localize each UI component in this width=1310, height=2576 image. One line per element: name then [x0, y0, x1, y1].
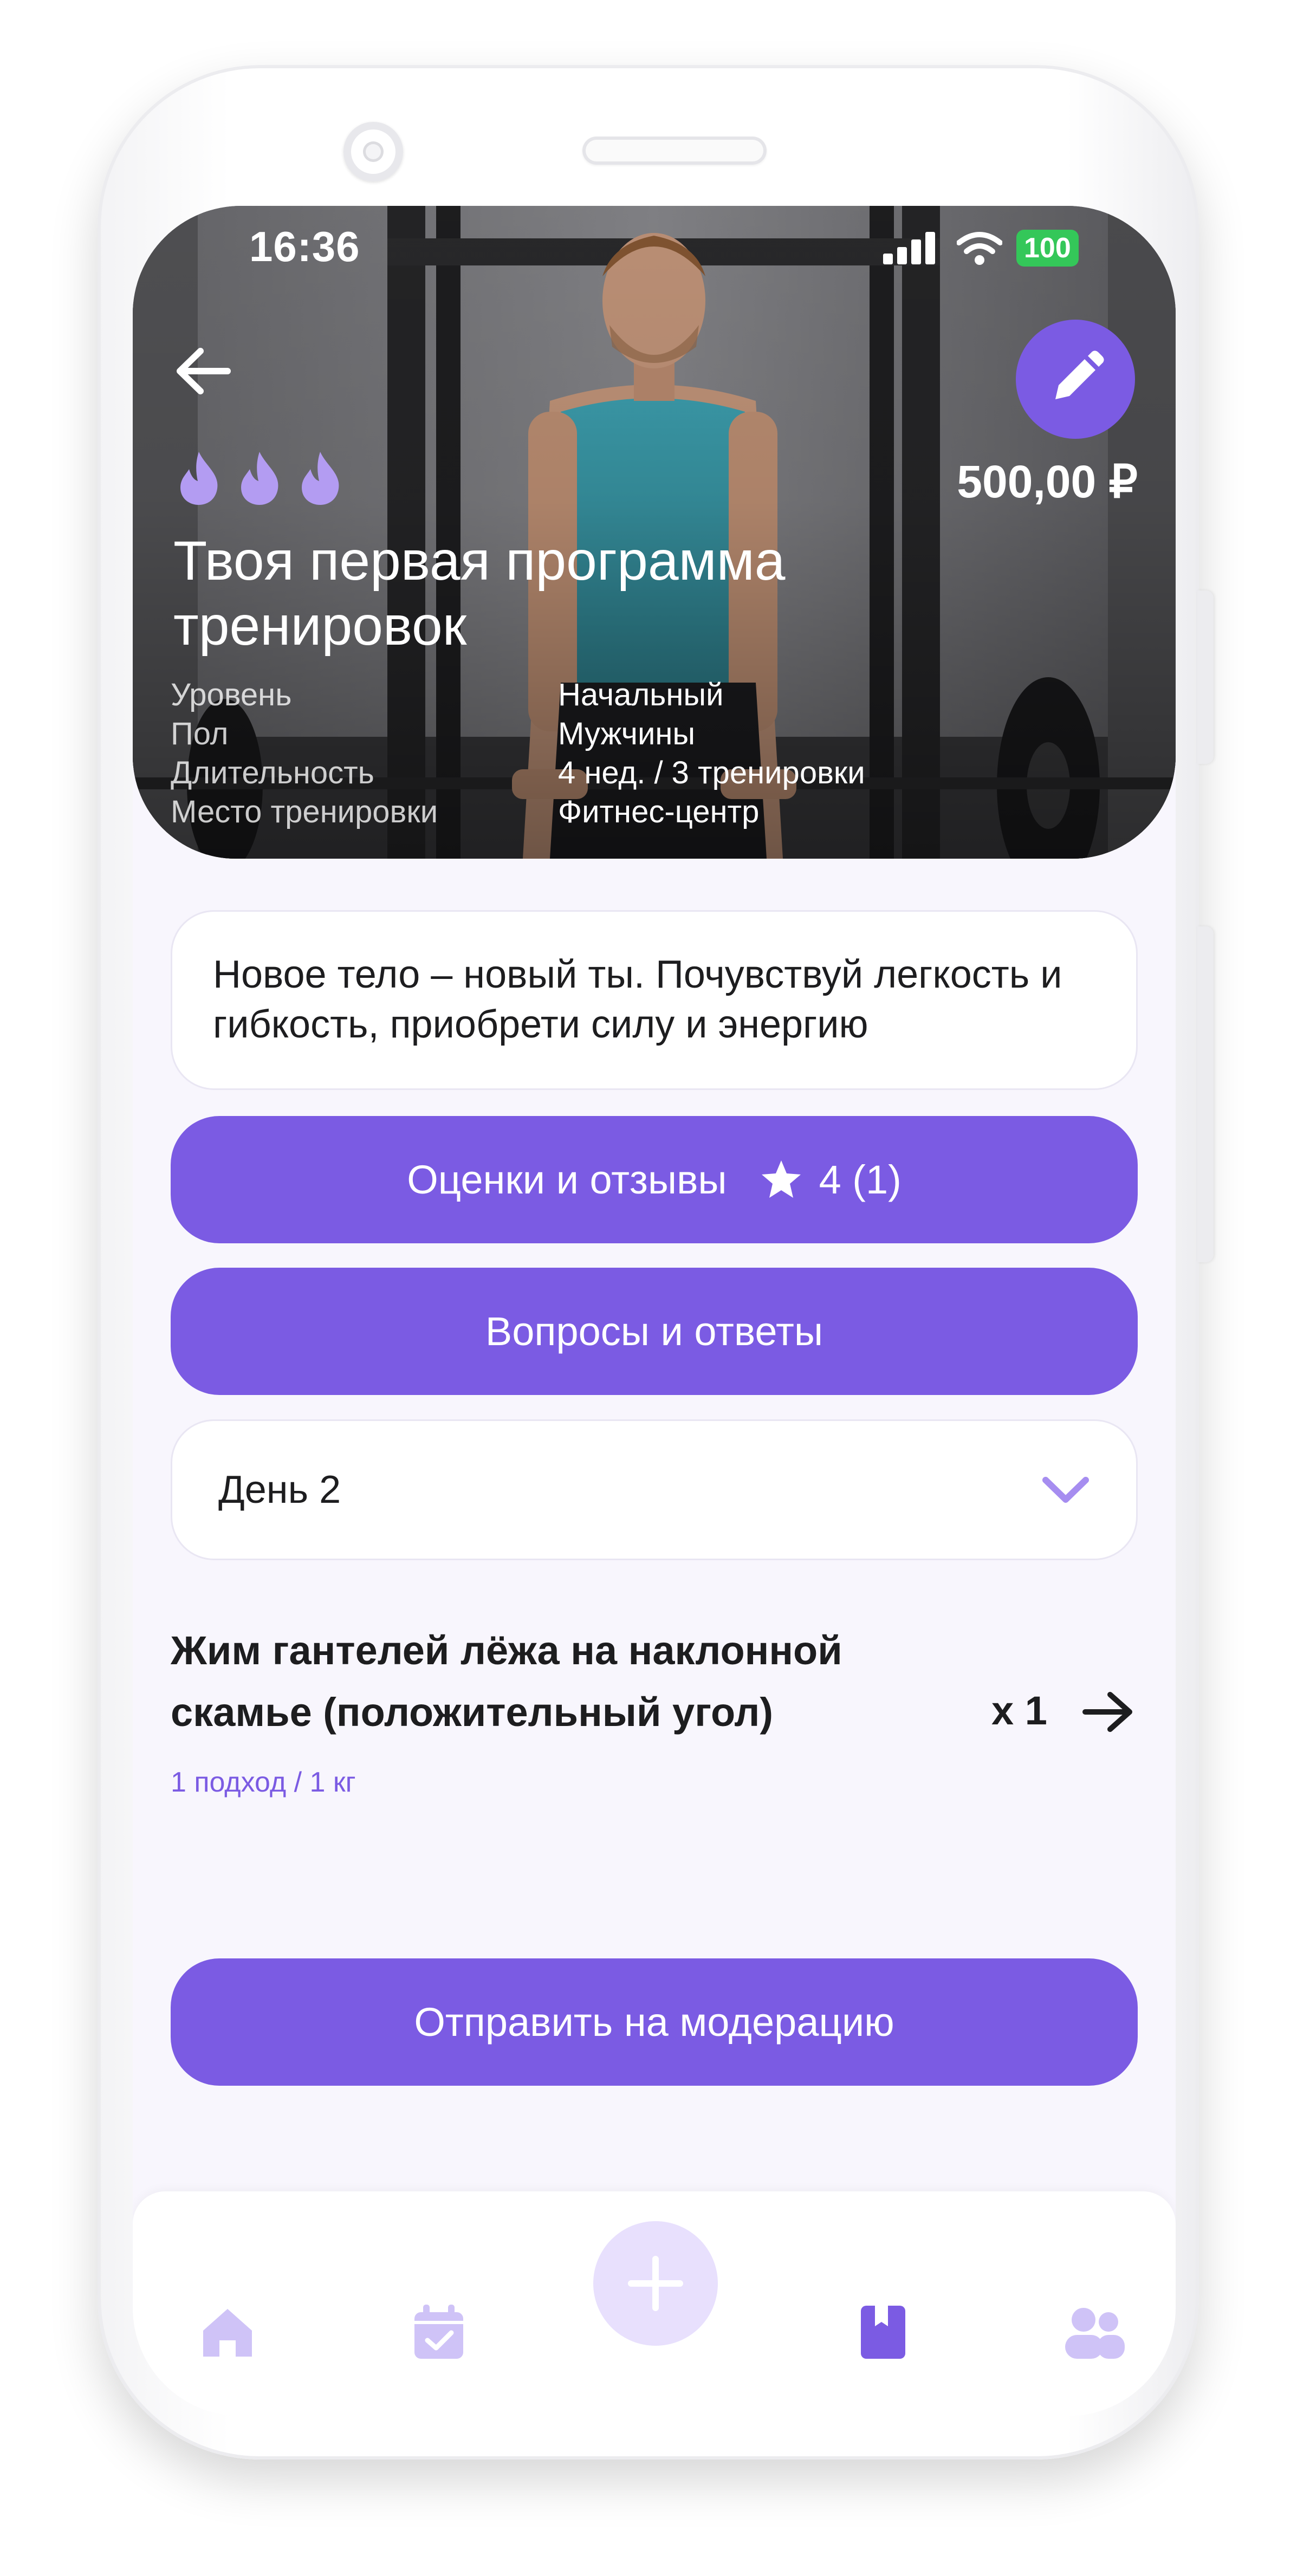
home-icon: [203, 2309, 252, 2357]
spec-value: Мужчины: [558, 716, 696, 751]
arrow-right-icon: [1082, 1692, 1132, 1732]
chevron-down-icon: [1042, 1477, 1089, 1503]
phone-speaker: [582, 137, 767, 165]
users-icon: [1065, 2308, 1125, 2359]
submit-moderation-button[interactable]: Отправить на модерацию: [171, 1958, 1138, 2086]
star-icon: [761, 1160, 801, 1198]
qa-button-label: Вопросы и ответы: [485, 1309, 823, 1354]
phone-side-button: [1197, 591, 1214, 764]
rating-value: 4 (1): [819, 1157, 902, 1202]
spec-label: Место тренировки: [171, 794, 438, 829]
flame-icon: [241, 452, 278, 505]
difficulty-indicator: [176, 450, 343, 506]
program-price: 500,00 ₽: [957, 456, 1138, 507]
flame-icon: [302, 452, 339, 505]
spec-value: Фитнес-центр: [558, 794, 760, 829]
wifi-icon: [957, 232, 1002, 265]
arrow-left-icon: [177, 348, 231, 394]
spec-label: Пол: [171, 716, 229, 751]
spec-value: 4 нед. / 3 тренировки: [558, 755, 865, 790]
nav-programs[interactable]: [845, 2294, 921, 2370]
nav-home[interactable]: [190, 2294, 265, 2370]
program-specs: Уровень Начальный Пол Мужчины Длительнос…: [171, 677, 991, 830]
day-select[interactable]: День 2: [171, 1419, 1138, 1560]
flame-icon: [180, 452, 218, 505]
pencil-icon: [1055, 351, 1104, 399]
plus-icon: [628, 2256, 683, 2311]
status-time: 16:36: [249, 223, 360, 270]
nav-add-button[interactable]: [593, 2221, 718, 2346]
exercise-reps: x 1: [991, 1688, 1047, 1733]
phone-side-button: [1197, 926, 1214, 1262]
nav-community[interactable]: [1056, 2294, 1132, 2370]
calendar-check-icon: [414, 2305, 463, 2359]
exercise-name[interactable]: Жим гантелей лёжа на наклонной скамье (п…: [171, 1620, 929, 1743]
program-hero: 16:36 100 500,00 ₽ Твоя первая программа…: [133, 206, 1176, 859]
exercise-open-button[interactable]: [1078, 1682, 1138, 1742]
reviews-button-label: Оценки и отзывы: [407, 1157, 727, 1202]
spec-label: Длительность: [171, 755, 374, 790]
program-title: Твоя первая программа тренировок: [173, 530, 786, 657]
exercise-details: 1 подход / 1 кг: [171, 1767, 356, 1798]
spec-label: Уровень: [171, 677, 292, 712]
program-description: Новое тело – новый ты. Почувствуй легкос…: [171, 910, 1138, 1090]
day-select-value: День 2: [218, 1468, 341, 1511]
phone-camera: [343, 122, 403, 181]
reviews-button[interactable]: Оценки и отзывы 4 (1): [171, 1116, 1138, 1243]
nav-calendar[interactable]: [401, 2294, 477, 2370]
edit-button[interactable]: [1016, 320, 1135, 439]
back-button[interactable]: [171, 339, 236, 404]
submit-button-label: Отправить на модерацию: [414, 2000, 894, 2045]
qa-button[interactable]: Вопросы и ответы: [171, 1268, 1138, 1395]
battery-indicator: 100: [1016, 230, 1079, 267]
bookmark-icon: [861, 2306, 905, 2359]
spec-value: Начальный: [558, 677, 724, 712]
signal-icon: [883, 232, 935, 264]
app-screen: 16:36 100 500,00 ₽ Твоя первая программа…: [133, 206, 1176, 2416]
status-indicators: 100: [883, 226, 1079, 270]
